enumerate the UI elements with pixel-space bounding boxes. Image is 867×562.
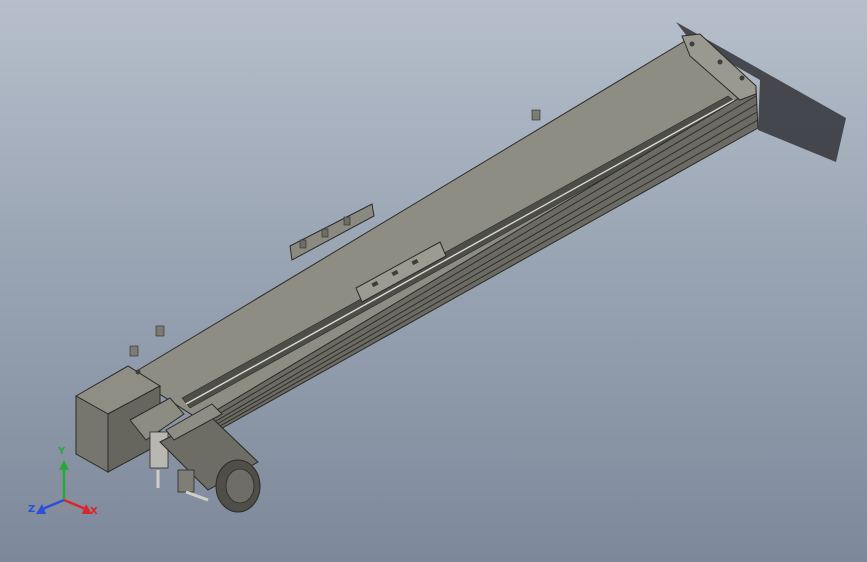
motor-connector[interactable]: [177, 469, 195, 493]
coupling-shaft: [149, 431, 169, 469]
triad-x-label: X: [90, 506, 98, 517]
rail-highlight-line: [185, 99, 735, 405]
linear-actuator-model[interactable]: [0, 0, 867, 562]
top-tab: [129, 345, 139, 357]
servo-motor-end-face: [225, 468, 255, 504]
cable-stub: [185, 490, 209, 502]
graphics-viewport[interactable]: Y X Z: [0, 0, 867, 562]
top-tab: [531, 109, 541, 121]
housing-bolt: [135, 369, 141, 375]
end-cap-bolt: [689, 41, 695, 47]
rail-top-face[interactable]: [129, 37, 757, 421]
triad-y-label: Y: [58, 446, 66, 457]
rail-side-face[interactable]: [199, 87, 759, 437]
top-tab: [155, 325, 165, 337]
view-orientation-triad[interactable]: Y X Z: [26, 446, 102, 524]
end-cap-bolt: [717, 59, 723, 65]
triad-z-label: Z: [28, 504, 36, 515]
end-cap-bolt: [739, 75, 745, 81]
